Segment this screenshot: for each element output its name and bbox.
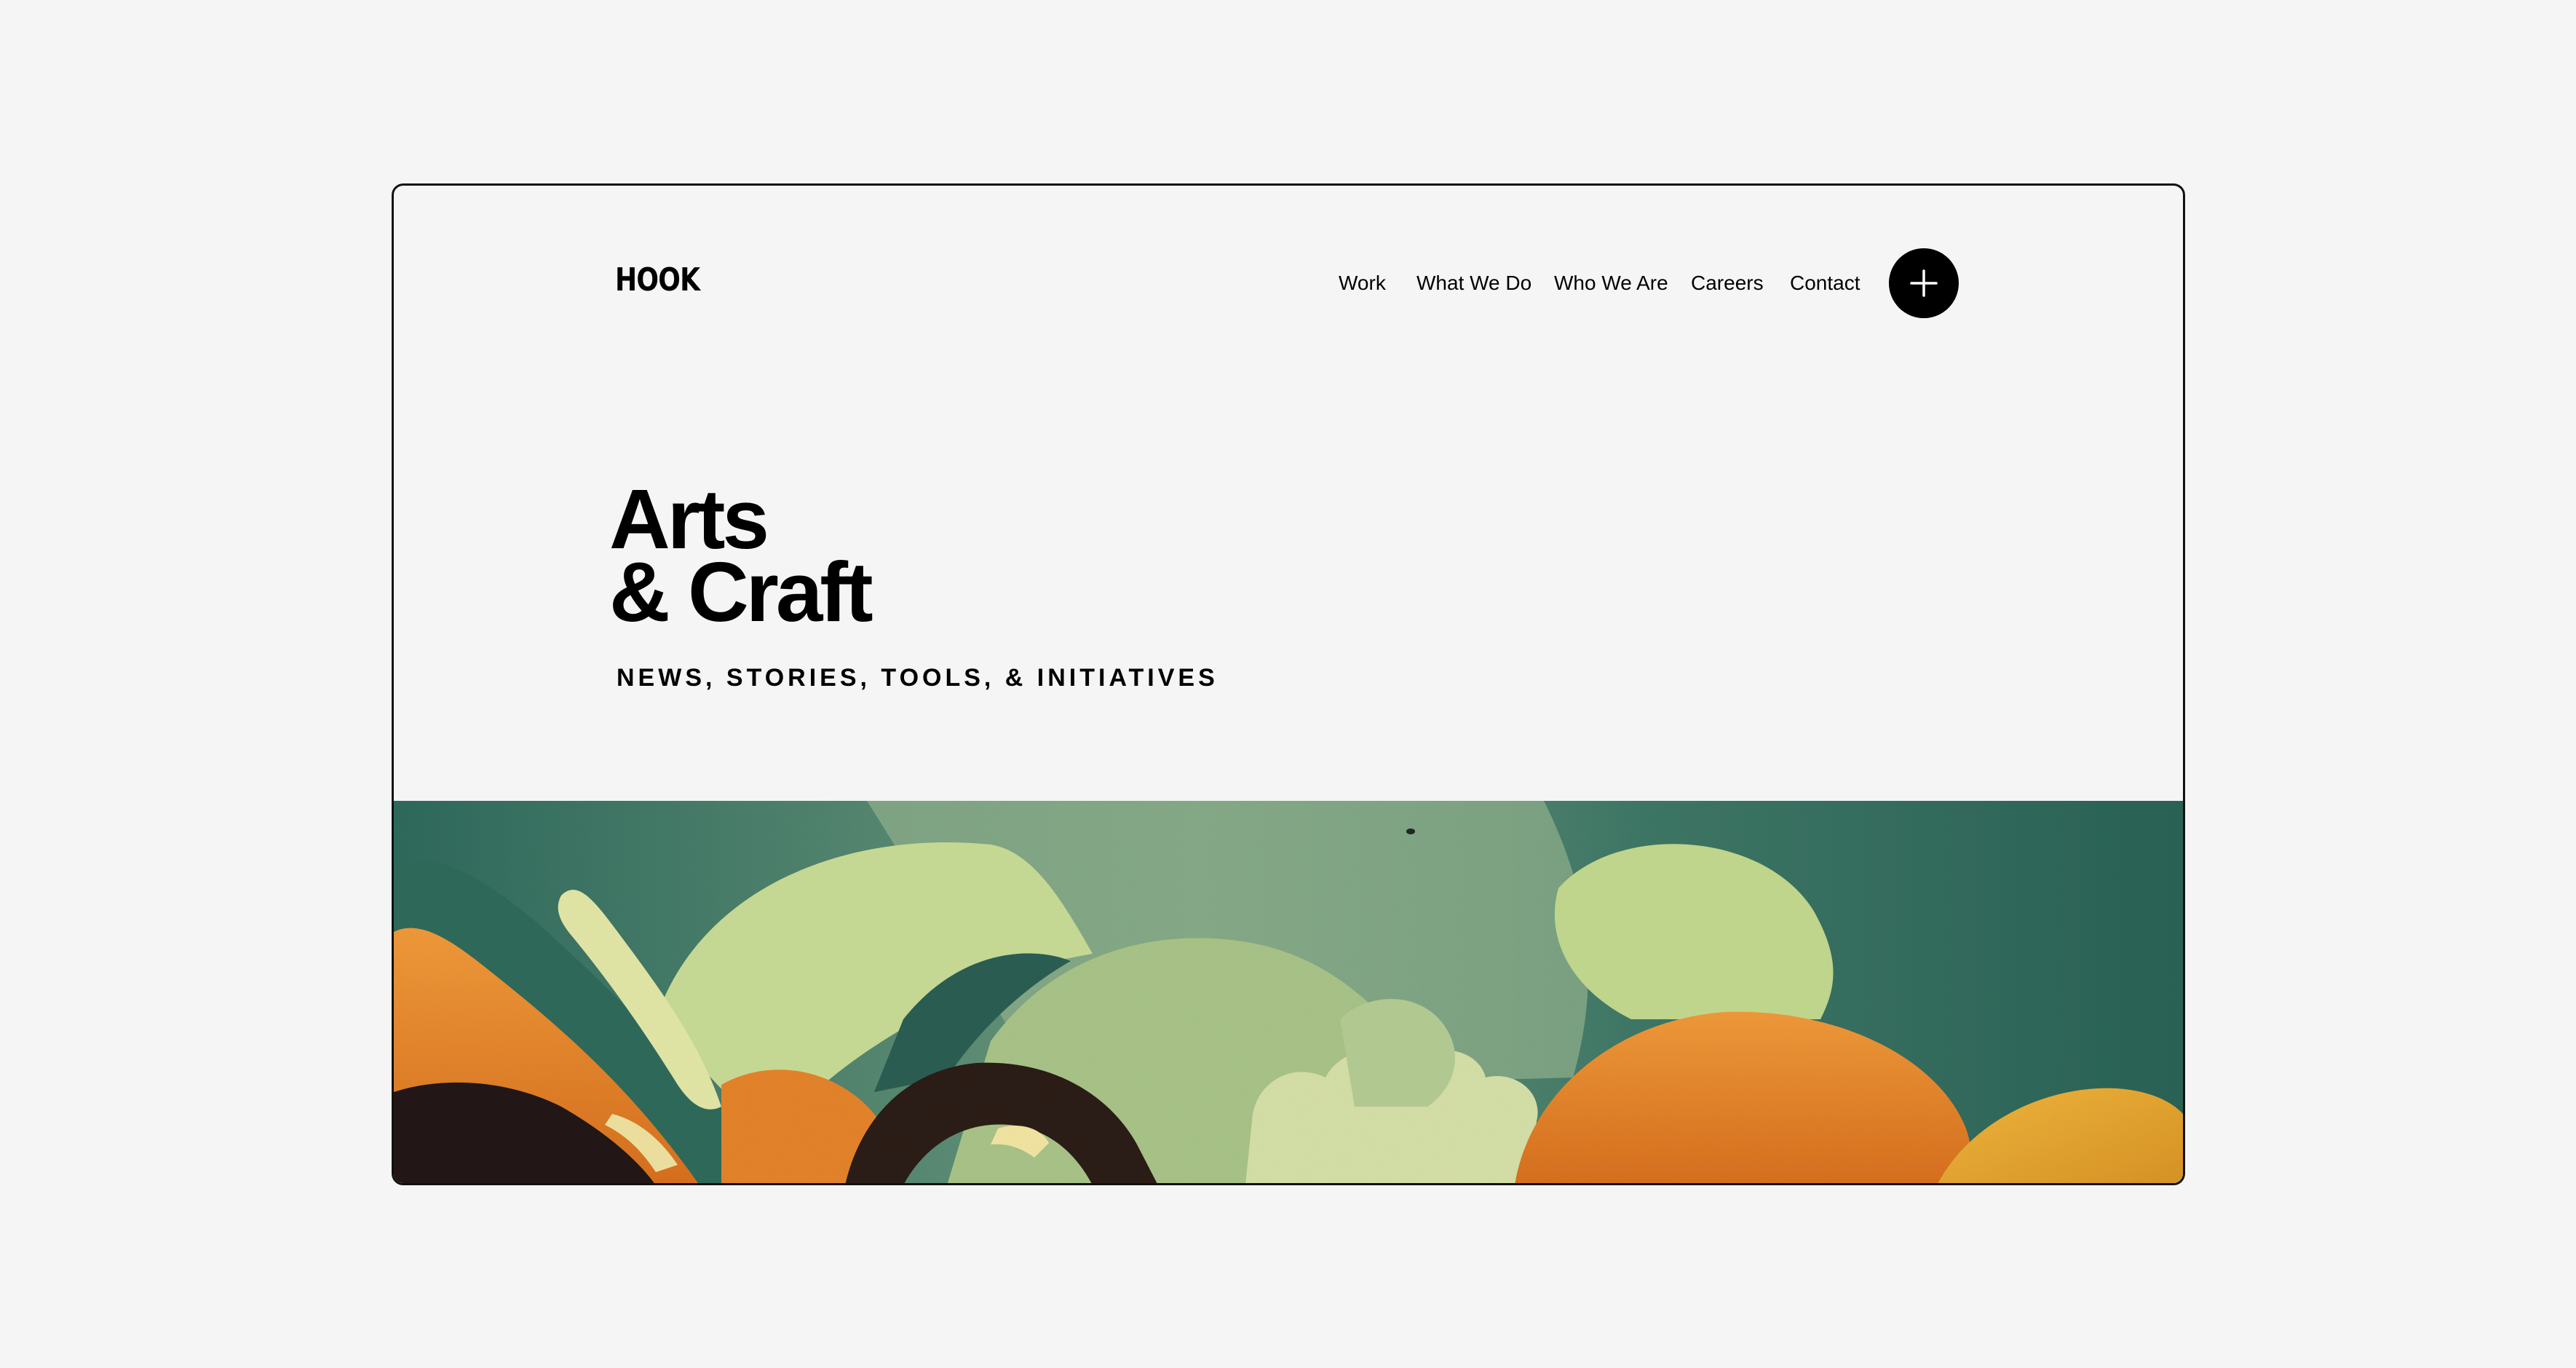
page-title-line-2: & Craft [609, 545, 873, 639]
nav-item-what-we-do[interactable]: What We Do [1416, 273, 1531, 293]
page-subtitle: NEWS, STORIES, TOOLS, & INITIATIVES [617, 664, 1218, 692]
nav-item-contact[interactable]: Contact [1790, 273, 1860, 293]
page-title: Arts & Craft [609, 477, 873, 639]
nav-item-who-we-are[interactable]: Who We Are [1554, 273, 1668, 293]
menu-plus-button[interactable] [1889, 248, 1959, 318]
plus-icon [1910, 269, 1938, 297]
banner-illustration [394, 801, 2183, 1183]
logo[interactable]: HOOK [615, 264, 700, 296]
nav-item-careers[interactable]: Careers [1691, 273, 1764, 293]
nav-item-work[interactable]: Work [1339, 273, 1386, 293]
browser-frame: HOOK Work What We Do Who We Are Careers … [392, 183, 2185, 1185]
